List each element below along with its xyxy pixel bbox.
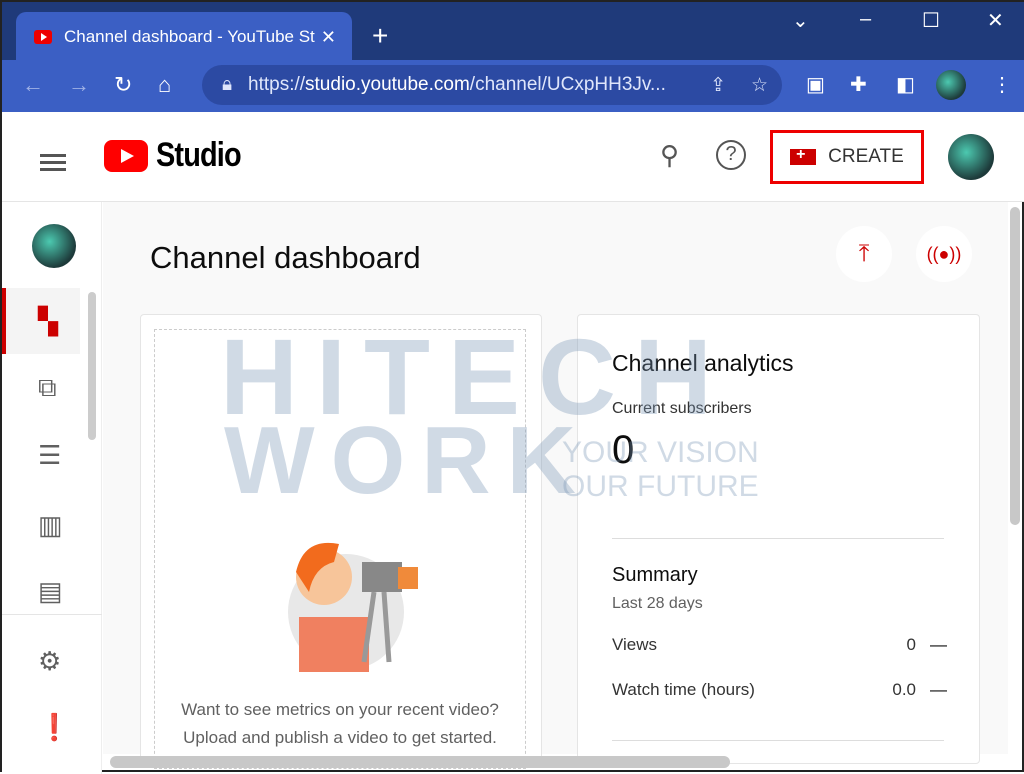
back-icon[interactable]: ← — [22, 72, 44, 98]
divider — [612, 740, 944, 741]
tab-close-icon[interactable]: ✕ — [321, 27, 336, 48]
sidebar-divider — [2, 614, 102, 615]
create-button[interactable]: CREATE — [770, 130, 924, 184]
help-icon[interactable]: ? — [716, 140, 746, 170]
profile-avatar[interactable] — [936, 70, 966, 100]
share-icon[interactable]: ⇪ — [710, 74, 726, 97]
account-avatar[interactable] — [948, 134, 994, 180]
watch-time-value: 0.0 — [892, 680, 916, 699]
bookmark-star-icon[interactable]: ☆ — [751, 74, 768, 97]
hamburger-menu-icon[interactable] — [40, 150, 66, 175]
vertical-scrollbar[interactable] — [1010, 207, 1020, 525]
sidebar-scrollbar[interactable] — [88, 292, 96, 440]
tab-search-icon[interactable]: ⌄ — [792, 8, 809, 33]
home-icon[interactable]: ⌂ — [158, 72, 171, 98]
upload-button[interactable]: ⤒ — [836, 226, 892, 282]
go-live-button[interactable]: ((●)) — [916, 226, 972, 282]
lock-icon: 🔒︎ — [222, 74, 233, 95]
dashboard-icon[interactable]: ▚ — [38, 306, 58, 337]
settings-icon[interactable]: ⚙ — [38, 646, 61, 677]
menu-kebab-icon[interactable]: ⋮ — [992, 72, 1012, 97]
window-close-icon[interactable]: ✕ — [987, 8, 1004, 33]
message-line-1: Want to see metrics on your recent video… — [181, 700, 499, 719]
content-icon[interactable]: ⧉ — [38, 372, 57, 404]
subscribers-label: Current subscribers — [612, 400, 752, 417]
create-label: CREATE — [828, 146, 904, 167]
url-path: /channel/UCxpHH3Jv... — [469, 74, 666, 95]
minimize-icon[interactable]: – — [860, 8, 871, 31]
youtube-favicon-icon — [34, 30, 52, 44]
url-prefix: https:// — [248, 74, 306, 95]
watch-time-trend: — — [930, 680, 947, 699]
puzzle-extensions-icon[interactable]: ✚ — [850, 72, 867, 97]
url-bar[interactable]: 🔒︎ https://studio.youtube.com/channel/UC… — [202, 65, 782, 105]
forward-icon[interactable]: → — [68, 72, 90, 98]
maximize-icon[interactable]: ☐ — [922, 8, 940, 33]
summary-title: Summary — [612, 564, 698, 586]
summary-period: Last 28 days — [612, 595, 703, 612]
subscribers-value: 0 — [612, 428, 635, 472]
video-card-message: Want to see metrics on your recent video… — [154, 696, 526, 752]
side-panel-icon[interactable]: ◧ — [896, 72, 915, 97]
new-tab-icon[interactable]: + — [372, 20, 388, 52]
channel-avatar[interactable] — [32, 224, 76, 268]
feedback-icon[interactable]: ❗ — [38, 712, 70, 743]
horizontal-scrollbar[interactable] — [110, 756, 730, 768]
reload-icon[interactable]: ↻ — [114, 72, 132, 98]
browser-tab[interactable]: Channel dashboard - YouTube St ✕ — [16, 12, 352, 62]
search-icon[interactable]: ⚲ — [660, 140, 679, 171]
analytics-icon[interactable]: ▥ — [38, 510, 63, 541]
camera-operator-illustration — [288, 542, 418, 672]
message-line-2: Upload and publish a video to get starte… — [183, 728, 497, 747]
views-label: Views — [612, 635, 658, 654]
studio-logo-text[interactable]: Studio — [156, 136, 242, 175]
views-trend: — — [930, 635, 947, 654]
video-camera-icon — [790, 146, 817, 165]
comments-icon[interactable]: ▤ — [38, 576, 63, 607]
upload-icon: ⤒ — [858, 240, 870, 267]
page-title: Channel dashboard — [150, 240, 421, 275]
extension-icon[interactable]: ▣ — [806, 72, 825, 97]
url-host: studio.youtube.com — [305, 74, 470, 95]
watch-time-label: Watch time (hours) — [612, 680, 755, 699]
playlists-icon[interactable]: ☰ — [38, 440, 61, 471]
analytics-title: Channel analytics — [612, 350, 794, 376]
divider — [612, 538, 944, 539]
youtube-logo-icon[interactable] — [104, 140, 148, 172]
live-icon: ((●)) — [926, 243, 962, 264]
tab-title: Channel dashboard - YouTube St — [64, 27, 315, 46]
views-value: 0 — [906, 635, 916, 654]
